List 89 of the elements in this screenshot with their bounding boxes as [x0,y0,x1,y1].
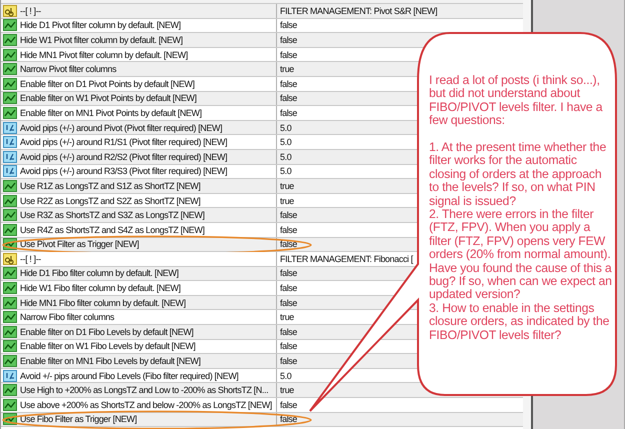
chart-icon [3,282,17,294]
parameter-value: false [280,106,298,119]
parameter-value: 5.0 [280,150,292,163]
parameter-value: false [280,34,298,46]
parameter-value: false [280,413,298,426]
text-icon [3,4,17,17]
number-icon [3,122,17,134]
parameter-name: Use R1Z as LongsTZ and S1Z as ShortTZ [NEW] [20,180,200,192]
chart-icon [3,48,17,61]
parameter-value: 5.0 [280,136,292,148]
parameter-name: Hide D1 Pivot filter column by default. [NEW] [20,19,181,32]
number-icon [3,136,17,148]
parameter-name: Hide W1 Fibo filter column by default. [NEW] [20,282,180,294]
number-icon [3,150,17,163]
parameter-name: Use R2Z as LongsTZ and S2Z as ShortTZ [NEW] [20,194,200,207]
chart-icon [3,194,17,207]
parameter-value: false [280,355,298,368]
chart-icon [3,224,17,236]
parameter-name: Use High to +200% as LongsTZ and Low to -200% as ShortsTZ [N... [20,384,268,396]
text-icon [3,252,17,265]
parameter-value: false [280,326,298,338]
parameter-name: Enable filter on MN1 Fibo Levels by default [NEW] [20,355,200,368]
callout-text: 3. How to enable in the settings closure orders, as indicated by the FIBO/PIVOT levels filter? [429,302,610,342]
parameter-name: Avoid pips (+/-) around Pivot (Pivot filter required) [NEW] [20,122,222,134]
parameter-value: false [280,48,298,61]
parameter-name: Hide MN1 Fibo filter column by default. [NEW] [20,296,186,309]
parameter-value: false [280,296,298,309]
parameter-name: Enable filter on W1 Pivot Points by default [NEW] [20,92,196,104]
parameter-value: true [280,384,294,396]
parameter-value: false [280,238,298,250]
parameter-value: true [280,63,294,76]
parameter-name: Use R4Z as ShortsTZ and S4Z as LongsTZ [NEW] [20,224,204,236]
parameter-name: Avoid pips (+/-) around R2/S2 (Pivot filter required) [NEW] [20,150,228,163]
parameter-name: Narrow Pivot filter columns [20,63,116,76]
chart-icon [3,19,17,32]
chart-icon [3,340,17,352]
parameter-name: Enable filter on MN1 Pivot Points by default [NEW] [20,106,202,119]
callout-text: 1. At the present time whether the filter works for the automatic closing of orders at the approach to the levels? If so, on what PIN signal is issued? [429,141,608,208]
parameter-value: false [280,78,298,90]
parameter-name: Avoid +/- pips around Fibo Levels (Fibo filter required) [NEW] [20,370,238,382]
parameter-value: false [280,398,298,411]
chart-icon [3,209,17,222]
parameter-value: false [280,340,298,352]
chart-icon [3,311,17,324]
parameter-name: --[ ! ]-- [20,252,41,265]
parameter-name: Use Fibo Filter as Trigger [NEW] [20,413,137,426]
parameter-name: Use R3Z as ShortsTZ and S3Z as LongsTZ [NEW] [20,209,204,222]
parameter-value: 5.0 [280,370,292,382]
number-icon [3,370,17,382]
parameter-value: FILTER MANAGEMENT: Fibonacci [ [280,252,413,265]
chart-icon [3,78,17,90]
chart-icon [3,398,17,411]
chart-icon [3,296,17,309]
parameter-name: Use above +200% as ShortsTZ and below -200% as LongsTZ [NEW] [20,398,272,411]
parameter-value: 5.0 [280,165,292,178]
parameter-value: false [280,224,298,236]
number-icon [3,165,17,178]
chart-icon [3,355,17,368]
parameter-name: Use Pivot Filter as Trigger [NEW] [20,238,139,250]
parameter-name: Avoid pips (+/-) around R1/S1 (Pivot filter required) [NEW] [20,136,228,148]
chart-icon [3,267,17,280]
parameter-value: FILTER MANAGEMENT: Pivot S&R [NEW] [280,4,438,17]
parameter-name: Hide W1 Pivot filter column by default. [NEW] [20,34,183,46]
parameter-name: Hide MN1 Pivot filter column by default. [NEW] [20,48,188,61]
parameter-value: 5.0 [280,122,292,134]
parameter-name: Avoid pips (+/-) around R3/S3 (Pivot filter required) [NEW] [20,165,228,178]
chart-icon [3,34,17,46]
parameter-value: false [280,209,298,222]
parameter-name: Enable filter on D1 Fibo Levels by default [NEW] [20,326,194,338]
parameter-name: Enable filter on D1 Pivot Points by default [NEW] [20,78,194,90]
chart-icon [3,106,17,119]
chart-icon [3,63,17,76]
callout-text: I read a lot of posts (i think so...), but did not understand about FIBO/PIVOT levels filter. I have a few questions: [429,74,604,128]
parameter-value: true [280,311,294,324]
callout-text: 2. There were errors in the filter (FTZ, FPV). When you apply a filter (FTZ, FPV) opens very FEW orders (20% from normal amount). Have you found the cause of this a bug? If so, when can we expect an updated version? [429,208,613,302]
chart-icon [3,180,17,192]
parameter-value: false [280,267,298,280]
parameter-value: false [280,92,298,104]
parameter-name: Hide D1 Fibo filter column by default. [NEW] [20,267,178,280]
parameter-value: true [280,194,294,207]
parameter-name: Narrow Fibo filter columns [20,311,114,324]
chart-icon [3,326,17,338]
chart-icon [3,384,17,396]
parameter-name: Enable filter on W1 Fibo Levels by default [NEW] [20,340,196,352]
chart-icon [3,92,17,104]
parameter-value: false [280,19,298,32]
parameter-value: false [280,282,298,294]
parameter-name: --[ ! ]-- [20,4,41,17]
parameter-value: true [280,180,294,192]
